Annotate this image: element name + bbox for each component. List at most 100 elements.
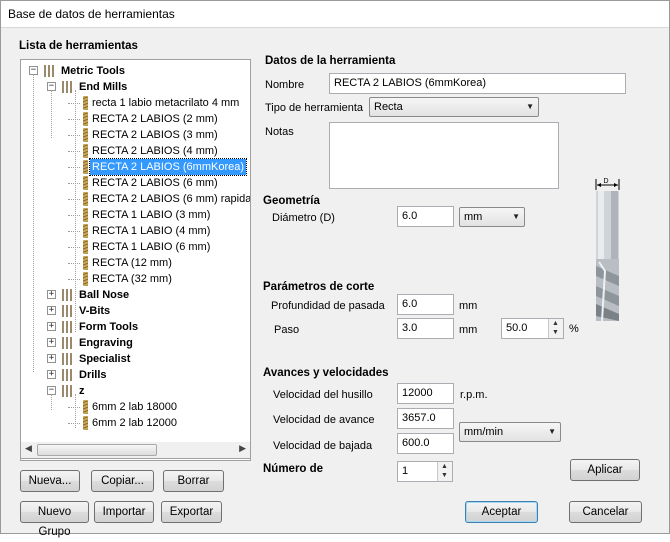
tree-connector	[68, 231, 80, 232]
tree-item[interactable]: recta 1 labio metacrilato 4 mm	[21, 95, 250, 111]
end-mill-icon	[83, 112, 88, 126]
end-mill-icon	[83, 400, 88, 414]
tool-data-heading: Datos de la herramienta	[265, 55, 396, 67]
expand-icon[interactable]: +	[47, 354, 56, 363]
tree-item[interactable]: RECTA 1 LABIO (3 mm)	[21, 207, 250, 223]
tree-folder[interactable]: + Form Tools	[21, 319, 250, 335]
percent-sign: %	[569, 323, 579, 335]
tree-item[interactable]: RECTA 2 LABIOS (6 mm)	[21, 175, 250, 191]
notes-label: Notas	[265, 126, 294, 138]
expand-icon[interactable]: +	[47, 338, 56, 347]
spin-down-icon[interactable]: ▼	[552, 329, 559, 337]
feed-rate-field[interactable]: 3657.0	[397, 408, 454, 429]
diameter-label: Diámetro (D)	[272, 212, 335, 224]
expand-icon[interactable]: +	[47, 370, 56, 379]
scroll-left-arrow-icon[interactable]: ◀	[25, 443, 32, 454]
tree-folder[interactable]: + V-Bits	[21, 303, 250, 319]
tree-item[interactable]: RECTA 2 LABIOS (6 mm) rapida	[21, 191, 250, 207]
tree-item-label: RECTA 2 LABIOS (6 mm)	[92, 177, 218, 189]
end-mill-icon	[83, 128, 88, 142]
tree-item[interactable]: RECTA 2 LABIOS (6mmKorea)	[21, 158, 250, 176]
tool-number-heading: Número de	[263, 463, 324, 475]
stepover-field[interactable]: 3.0	[397, 318, 454, 339]
copy-tool-button[interactable]: Copiar...	[91, 470, 154, 492]
spin-up-icon[interactable]: ▲	[441, 463, 448, 471]
tree-folder[interactable]: − End Mills	[21, 79, 250, 95]
tree-connector	[68, 263, 80, 264]
rate-units-select[interactable]: mm/min ▼	[459, 422, 561, 442]
rate-units-value: mm/min	[464, 426, 504, 438]
scroll-thumb[interactable]	[37, 444, 157, 456]
tree-item[interactable]: RECTA 2 LABIOS (2 mm)	[21, 111, 250, 127]
end-mill-icon	[83, 224, 88, 238]
apply-button[interactable]: Aplicar	[570, 459, 640, 481]
scroll-right-arrow-icon[interactable]: ▶	[239, 443, 246, 454]
tree-folder[interactable]: + Specialist	[21, 351, 250, 367]
tree-item[interactable]: RECTA 2 LABIOS (4 mm)	[21, 143, 250, 159]
end-mill-icon	[83, 240, 88, 254]
tree-item-label: RECTA (12 mm)	[92, 257, 172, 269]
tree-item[interactable]: RECTA (12 mm)	[21, 255, 250, 271]
diameter-field[interactable]: 6.0	[397, 206, 454, 227]
chevron-down-icon: ▼	[512, 212, 520, 221]
plunge-rate-field[interactable]: 600.0	[397, 433, 454, 454]
tree-folder[interactable]: − z	[21, 383, 250, 399]
plunge-rate-label: Velocidad de bajada	[273, 440, 373, 452]
name-field[interactable]: RECTA 2 LABIOS (6mmKorea)	[329, 73, 626, 94]
expand-icon[interactable]: +	[47, 306, 56, 315]
tree-item-label: RECTA 2 LABIOS (2 mm)	[92, 113, 218, 125]
tool-number-spinner[interactable]: ▲ ▼	[437, 462, 452, 481]
pass-depth-field[interactable]: 6.0	[397, 294, 454, 315]
tree-connector	[68, 103, 80, 104]
export-button[interactable]: Exportar	[161, 501, 222, 523]
expand-icon[interactable]: +	[47, 290, 56, 299]
new-group-button[interactable]: Nuevo Grupo	[20, 501, 89, 538]
name-label: Nombre	[265, 79, 305, 91]
spin-down-icon[interactable]: ▼	[441, 472, 448, 480]
tree-item[interactable]: 6mm 2 lab 12000	[21, 415, 250, 431]
tree-item[interactable]: RECTA 1 LABIO (6 mm)	[21, 239, 250, 255]
stepover-label: Paso	[274, 324, 300, 336]
tool-number-field[interactable]: 1 ▲ ▼	[397, 461, 453, 482]
tree-item[interactable]: RECTA (32 mm)	[21, 271, 250, 287]
tree-item[interactable]: RECTA 1 LABIO (4 mm)	[21, 223, 250, 239]
tree-folder[interactable]: + Drills	[21, 367, 250, 383]
end-mill-icon	[83, 416, 88, 430]
notes-textarea[interactable]	[329, 122, 559, 189]
spin-up-icon[interactable]: ▲	[552, 320, 559, 328]
tree-folder[interactable]: + Engraving	[21, 335, 250, 351]
tree-item[interactable]: 6mm 2 lab 18000	[21, 399, 250, 415]
pass-depth-unit: mm	[459, 300, 478, 312]
stepover-spinner[interactable]: ▲ ▼	[548, 319, 563, 338]
delete-tool-button[interactable]: Borrar	[163, 470, 224, 492]
tree-folder[interactable]: + Ball Nose	[21, 287, 250, 303]
expand-icon[interactable]: +	[47, 322, 56, 331]
title-bar: Base de datos de herramientas	[1, 1, 669, 28]
ok-button[interactable]: Aceptar	[465, 501, 538, 523]
diameter-symbol: D	[603, 178, 608, 185]
geometry-heading: Geometría	[263, 195, 320, 207]
tool-group-icon	[62, 80, 76, 94]
tree-guide-line	[51, 394, 52, 410]
spindle-speed-field[interactable]: 12000	[397, 383, 454, 404]
tree-folder[interactable]: − Metric Tools	[21, 63, 250, 79]
import-button[interactable]: Importar	[94, 501, 154, 523]
chevron-down-icon: ▼	[526, 102, 534, 111]
tree-connector	[68, 151, 80, 152]
units-select[interactable]: mm ▼	[459, 207, 525, 227]
tool-group-icon	[62, 352, 76, 366]
end-mill-icon	[83, 176, 88, 190]
tool-tree[interactable]: − Metric Tools − End Mills recta 1 labio met…	[20, 59, 251, 461]
window-title: Base de datos de herramientas	[8, 7, 175, 21]
tree-item[interactable]: RECTA 2 LABIOS (3 mm)	[21, 127, 250, 143]
tree-horizontal-scrollbar[interactable]: ◀ ▶	[20, 442, 251, 459]
tree-guide-line	[75, 90, 76, 332]
tree-item-label: 6mm 2 lab 12000	[92, 417, 177, 429]
tool-group-icon	[62, 304, 76, 318]
stepover-percent-field[interactable]: 50.0 ▲ ▼	[501, 318, 564, 339]
tool-group-icon	[62, 384, 76, 398]
tool-type-select[interactable]: Recta ▼	[369, 97, 539, 117]
new-tool-button[interactable]: Nueva...	[20, 470, 80, 492]
tree-item-label: RECTA 1 LABIO (6 mm)	[92, 241, 211, 253]
cancel-button[interactable]: Cancelar	[569, 501, 642, 523]
